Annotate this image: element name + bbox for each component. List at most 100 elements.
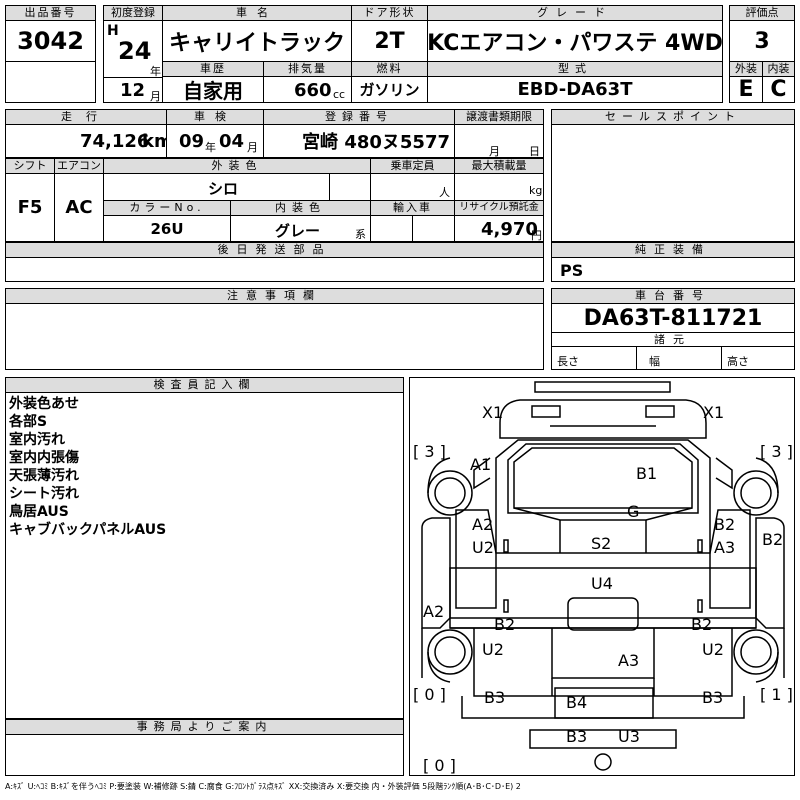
first-reg-year-cell: H 24 年 — [103, 20, 163, 78]
int-color-cell: グレー 系 — [230, 215, 371, 242]
ext-color-cell: シロ — [103, 173, 330, 201]
mark-u2-rear-left: U2 — [482, 640, 504, 659]
inspection-cell: 09 年 04 月 — [166, 124, 264, 158]
note-line: 各部S — [9, 414, 48, 430]
caution-header: 注意事項欄 — [5, 288, 544, 304]
note-line: 室内汚れ — [9, 432, 65, 448]
door: 2T — [351, 20, 428, 62]
damage-diagram: X1 X1 [ 3 ] [ 3 ] A1 B1 G A2 U2 S2 B2 A3… — [409, 377, 795, 776]
history-header: 車歴 — [162, 61, 264, 77]
mark-b2-mid-right: B2 — [691, 615, 713, 634]
exterior-header: 外装 — [729, 61, 763, 77]
chassis-header: 車台番号 — [551, 288, 795, 304]
score: 3 — [729, 20, 795, 62]
genuine-equipment: PS — [560, 261, 584, 280]
grade: KCエアコン・パワステ 4WD — [427, 20, 723, 62]
capacity-cell: 人 — [370, 173, 455, 201]
color-no: 26U — [103, 215, 231, 242]
tire-front-left: [ 3 ] — [413, 442, 446, 461]
mark-u3-bottom: U3 — [618, 727, 640, 746]
mark-a2-side: A2 — [423, 602, 445, 621]
recycle-fee: 4,970 — [481, 219, 538, 240]
ext-color-extra — [329, 173, 371, 201]
transfer-deadline-header: 譲渡書類期限 — [454, 109, 544, 125]
mark-b2-mid-left: B2 — [494, 615, 516, 634]
displacement-unit: cc — [333, 88, 346, 101]
width-label: 幅 — [649, 355, 660, 368]
inspection-month-unit: 月 — [247, 141, 258, 154]
tire-rear-right: [ 1 ] — [760, 685, 793, 704]
mark-b2-right: B2 — [714, 515, 736, 534]
plate-number: 宮崎 480ヌ5577 — [263, 124, 455, 158]
import-cell-a — [370, 215, 413, 242]
history: 自家用 — [162, 76, 264, 103]
import-header: 輸入車 — [370, 200, 455, 216]
later-parts-header: 後日発送部品 — [5, 242, 544, 258]
shift-header: シフト — [5, 158, 55, 174]
car-name: キャリイトラック — [162, 20, 352, 62]
exterior-rating: E — [729, 76, 763, 103]
capacity-unit: 人 — [439, 186, 450, 199]
max-load-header: 最大積載量 — [454, 158, 544, 174]
ac: AC — [54, 173, 104, 242]
plate-header: 登録番号 — [263, 109, 455, 125]
mark-a2-left: A2 — [472, 515, 494, 534]
displacement: 660 — [294, 80, 332, 101]
mark-b1: B1 — [636, 464, 658, 483]
inspection-year-unit: 年 — [205, 141, 216, 154]
capacity-header: 乗車定員 — [370, 158, 455, 174]
ac-header: エアコン — [54, 158, 104, 174]
note-line: 室内内張傷 — [9, 450, 79, 466]
mark-x1-right: X1 — [703, 403, 725, 422]
mark-g: G — [627, 502, 640, 521]
mileage-header: 走行 — [5, 109, 167, 125]
ext-color-header: 外装色 — [103, 158, 371, 174]
sales-point-header: セールスポイント — [551, 109, 795, 125]
mileage: 74,126 — [80, 131, 150, 152]
mark-b4: B4 — [566, 693, 588, 712]
max-load-unit: kg — [529, 184, 543, 197]
inspector-notes-area: 外装色あせ 各部S 室内汚れ 室内内張傷 天張薄汚れ シート汚れ 鳥居AUS キ… — [5, 392, 404, 719]
office-area — [5, 734, 404, 776]
score-header: 評価点 — [729, 5, 795, 21]
int-color: グレー — [275, 222, 321, 240]
chassis-number: DA63T-811721 — [551, 303, 795, 333]
mark-a1: A1 — [470, 455, 492, 474]
model: EBD-DA63T — [427, 76, 723, 103]
ext-color: シロ — [208, 180, 239, 198]
car-name-header: 車名 — [162, 5, 352, 21]
recycle-header: リサイクル預託金 — [454, 200, 544, 216]
lot-number-blank — [5, 61, 96, 103]
first-reg-header: 初度登録 — [103, 5, 163, 21]
genuine-header: 純正装備 — [551, 242, 795, 258]
mark-u2-rear-right: U2 — [702, 640, 724, 659]
length-label: 長さ — [557, 355, 579, 368]
height-label: 高さ — [727, 355, 749, 368]
displacement-cell: 660 cc — [263, 76, 352, 103]
fuel-header: 燃料 — [351, 61, 428, 77]
note-line: 鳥居AUS — [9, 504, 69, 520]
specs-header: 諸元 — [551, 332, 795, 347]
lot-number-header: 出品番号 — [5, 5, 96, 21]
mark-b3-bottom: B3 — [566, 727, 588, 746]
mileage-cell: 74,126 km — [5, 124, 167, 158]
grade-header: グレード — [427, 5, 723, 21]
spare-tire: [ 0 ] — [423, 756, 456, 775]
lot-number: 3042 — [5, 20, 96, 62]
recycle-unit: 円 — [531, 229, 542, 242]
era: H — [107, 23, 119, 39]
reg-year: 24 — [118, 37, 152, 65]
note-line: シート汚れ — [9, 486, 79, 502]
transfer-deadline-cell: 月 日 — [454, 124, 544, 158]
inspection-header: 車検 — [166, 109, 264, 125]
interior-header: 内装 — [762, 61, 795, 77]
import-cell-b — [412, 215, 455, 242]
transfer-day-unit: 日 — [529, 145, 540, 158]
mark-x1-left: X1 — [482, 403, 504, 422]
month-unit: 月 — [150, 90, 161, 103]
genuine-cell: PS — [551, 257, 795, 282]
note-line: 天張薄汚れ — [9, 468, 79, 484]
note-line: 外装色あせ — [9, 396, 79, 412]
mileage-unit: km — [142, 131, 166, 152]
mark-s2: S2 — [591, 534, 612, 553]
